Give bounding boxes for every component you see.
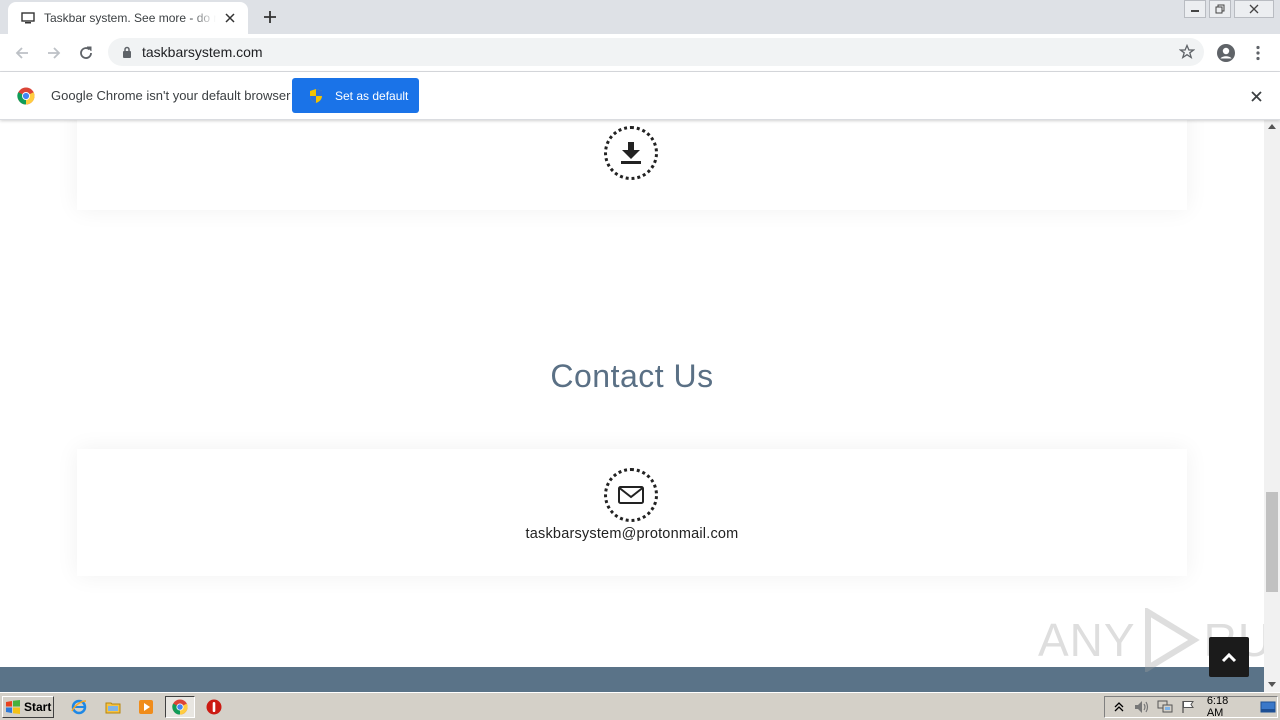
- chrome-logo-icon: [17, 87, 35, 105]
- scroll-up-arrow[interactable]: [1268, 124, 1276, 129]
- volume-icon[interactable]: [1133, 699, 1151, 715]
- reload-button[interactable]: [74, 41, 98, 65]
- download-icon[interactable]: [604, 126, 658, 180]
- menu-kebab-icon[interactable]: [1246, 41, 1270, 65]
- internet-explorer-icon[interactable]: [70, 698, 88, 716]
- page-scrollbar[interactable]: [1264, 120, 1280, 692]
- windows-flag-icon: [6, 700, 20, 714]
- watermark-left-text: ANY: [1038, 614, 1136, 666]
- contact-email[interactable]: taskbarsystem@protonmail.com: [77, 526, 1187, 542]
- monitor-icon: [20, 10, 36, 26]
- browser-tab[interactable]: Taskbar system. See more - do more with …: [8, 2, 248, 34]
- set-as-default-button[interactable]: Set as default: [292, 78, 419, 113]
- contact-us-heading: Contact Us: [550, 358, 714, 394]
- new-tab-button[interactable]: [258, 6, 282, 28]
- windows-taskbar: Start 6:18 AM: [0, 692, 1280, 720]
- envelope-icon: [604, 468, 658, 522]
- set-as-default-label: Set as default: [335, 88, 409, 103]
- show-desktop-icon[interactable]: [1259, 699, 1277, 715]
- tab-close-icon[interactable]: [222, 10, 238, 26]
- file-explorer-icon[interactable]: [104, 698, 122, 716]
- uac-shield-icon: [310, 88, 322, 103]
- restore-button[interactable]: [1209, 0, 1231, 18]
- system-tray: 6:18 AM: [1104, 695, 1278, 719]
- start-button[interactable]: Start: [2, 696, 54, 718]
- profile-avatar-icon[interactable]: [1214, 41, 1238, 65]
- infobar-message: Google Chrome isn't your default browser: [51, 88, 291, 103]
- page-viewport: Contact Us taskbarsystem@protonmail.com …: [0, 120, 1264, 692]
- back-to-top-button[interactable]: [1209, 637, 1249, 677]
- minimize-button[interactable]: [1184, 0, 1206, 18]
- chrome-taskbar-icon: [172, 699, 188, 715]
- scroll-thumb[interactable]: [1266, 492, 1278, 592]
- show-hidden-icons-chevron-icon[interactable]: [1110, 699, 1128, 715]
- contact-card: taskbarsystem@protonmail.com: [77, 449, 1187, 576]
- security-alert-icon[interactable]: [205, 698, 223, 716]
- tab-title: Taskbar system. See more - do more with …: [44, 11, 216, 25]
- start-label: Start: [24, 700, 52, 714]
- scroll-down-arrow[interactable]: [1268, 682, 1276, 687]
- url-text: taskbarsystem.com: [142, 44, 263, 60]
- clock[interactable]: 6:18 AM: [1207, 695, 1247, 719]
- infobar-close-icon[interactable]: [1248, 88, 1264, 104]
- download-card: [77, 120, 1187, 210]
- bookmark-star-icon[interactable]: [1178, 43, 1196, 61]
- browser-toolbar: taskbarsystem.com: [0, 34, 1280, 72]
- action-center-flag-icon[interactable]: [1179, 699, 1197, 715]
- play-icon: [1144, 608, 1200, 672]
- media-player-icon[interactable]: [137, 698, 155, 716]
- address-bar[interactable]: taskbarsystem.com: [108, 38, 1204, 66]
- tab-strip: Taskbar system. See more - do more with …: [0, 0, 1280, 34]
- forward-button[interactable]: [42, 41, 66, 65]
- window-close-button[interactable]: [1234, 0, 1274, 18]
- back-button[interactable]: [10, 41, 34, 65]
- default-browser-infobar: Google Chrome isn't your default browser…: [0, 72, 1280, 120]
- taskbar-chrome-button[interactable]: [165, 696, 195, 718]
- network-icon[interactable]: [1156, 699, 1174, 715]
- lock-icon: [120, 45, 134, 59]
- chevron-up-icon: [1221, 652, 1237, 663]
